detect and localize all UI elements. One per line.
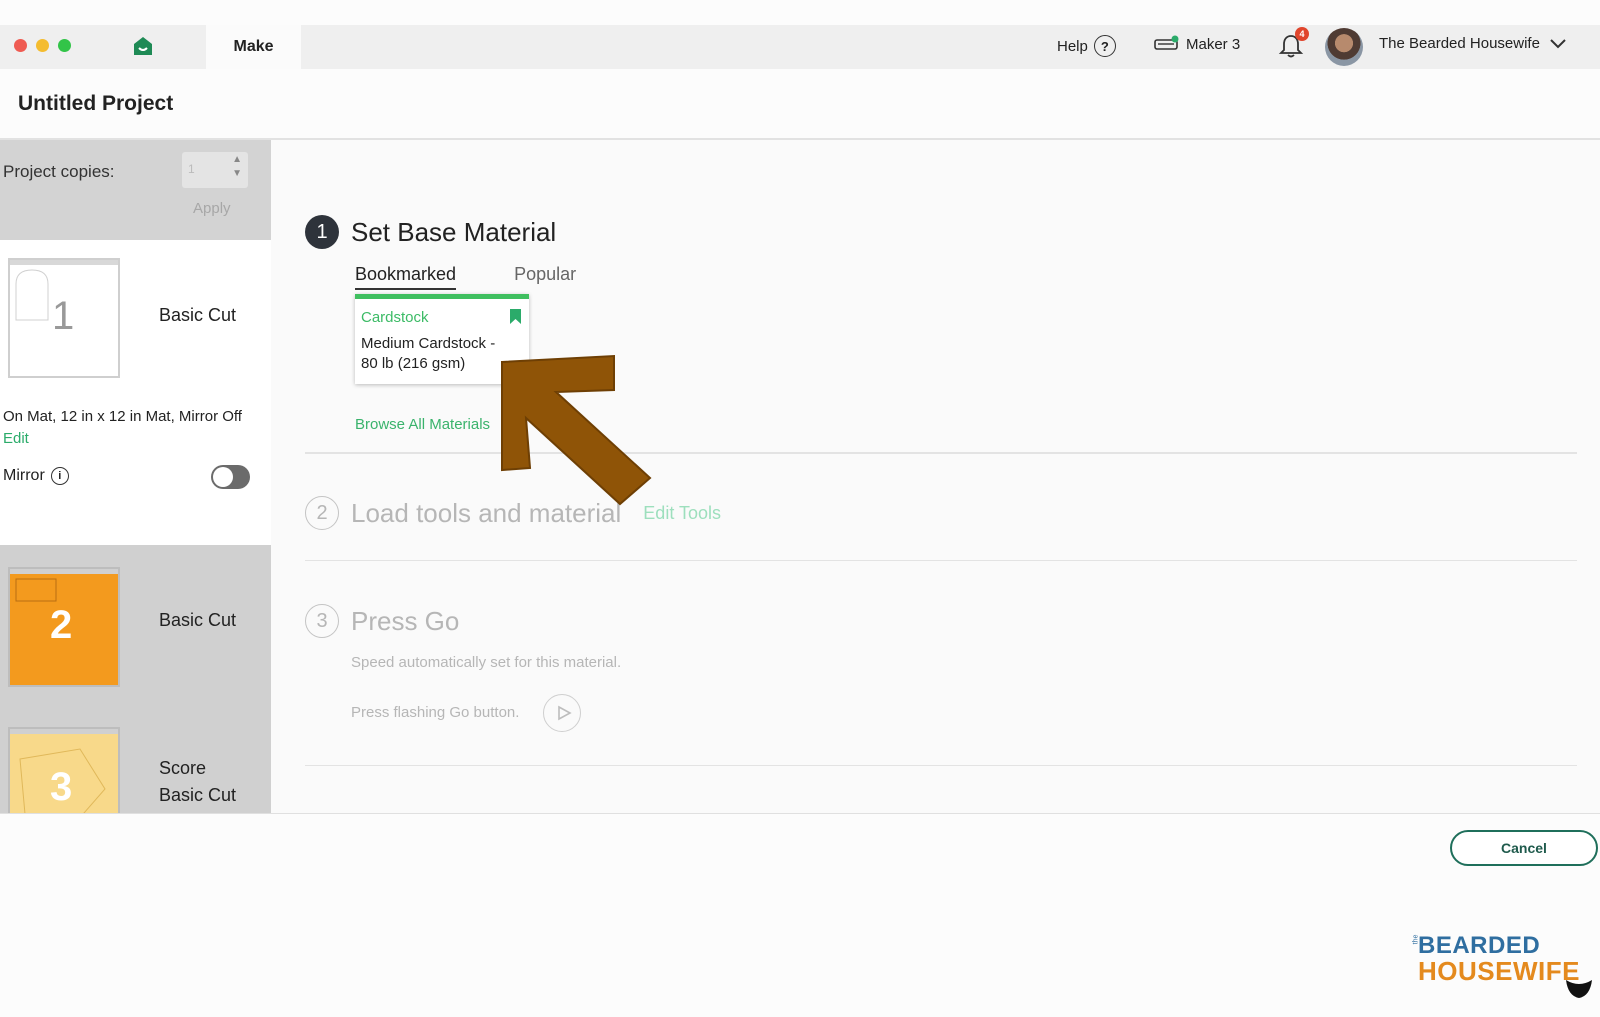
mat-number-2: 2 bbox=[50, 603, 73, 647]
mat-thumbnail-1[interactable]: 1 bbox=[8, 258, 120, 378]
mat-label-1: Basic Cut bbox=[159, 305, 237, 325]
make-steps-panel: 1 Set Base Material Bookmarked Popular C… bbox=[271, 140, 1600, 813]
tab-make[interactable]: Make bbox=[206, 25, 301, 69]
step-1-number: 1 bbox=[305, 215, 339, 249]
mirror-toggle[interactable] bbox=[211, 465, 250, 489]
edit-mat-link[interactable]: Edit bbox=[3, 430, 29, 447]
material-category: Cardstock bbox=[361, 309, 429, 326]
stepper-down-icon[interactable]: ▼ bbox=[232, 168, 242, 179]
close-window-button[interactable] bbox=[14, 39, 27, 52]
step-2-number: 2 bbox=[305, 496, 339, 530]
mat-thumbnail-3[interactable]: 3 bbox=[8, 727, 120, 813]
mat-number-3: 3 bbox=[50, 765, 73, 809]
beard-icon bbox=[1566, 980, 1592, 998]
mat-number-1: 1 bbox=[52, 294, 75, 338]
mirror-row: Mirror i bbox=[3, 467, 69, 485]
mat-list-inactive: 2 Basic Cut 3 Score Basic Cut bbox=[0, 545, 271, 813]
browse-materials-link[interactable]: Browse All Materials bbox=[355, 416, 490, 433]
material-name-line2: 80 lb (216 gsm) bbox=[361, 355, 466, 372]
material-name: Medium Cardstock - 80 lb (216 gsm) bbox=[361, 334, 495, 374]
project-copies-panel: Project copies: 1 ▲ ▼ Apply bbox=[0, 140, 271, 240]
copies-label: Project copies: bbox=[3, 162, 115, 181]
logo-line-2: HOUSEWIFE bbox=[1418, 956, 1580, 986]
machine-icon bbox=[1154, 35, 1179, 50]
mat-label-3b: Basic Cut bbox=[159, 785, 237, 805]
step-1-header: 1 Set Base Material bbox=[305, 215, 556, 249]
material-name-line1: Medium Cardstock - bbox=[361, 335, 496, 352]
chevron-down-icon bbox=[1550, 38, 1566, 48]
mat-settings-text: On Mat, 12 in x 12 in Mat, Mirror Off bbox=[3, 408, 242, 425]
mirror-label: Mirror bbox=[3, 467, 45, 484]
footer-divider bbox=[0, 813, 1600, 814]
mat-label-3a: Score bbox=[159, 758, 207, 778]
user-menu[interactable]: The Bearded Housewife bbox=[1379, 35, 1566, 52]
mat-sidebar: Project copies: 1 ▲ ▼ Apply 1 Basic Cut … bbox=[0, 140, 271, 813]
step-divider-3 bbox=[305, 765, 1577, 766]
home-icon[interactable] bbox=[132, 35, 154, 57]
notification-badge: 4 bbox=[1295, 27, 1309, 41]
play-icon bbox=[558, 705, 572, 721]
cancel-button[interactable]: Cancel bbox=[1450, 830, 1598, 866]
page-title: Untitled Project bbox=[18, 92, 174, 115]
stepper-up-icon[interactable]: ▲ bbox=[232, 154, 242, 165]
mat-label-2: Basic Cut bbox=[159, 610, 237, 630]
info-icon[interactable]: i bbox=[50, 467, 69, 485]
step-1-title: Set Base Material bbox=[351, 216, 557, 247]
step-3-header: 3 Press Go bbox=[305, 604, 459, 638]
copies-value: 1 bbox=[188, 162, 195, 176]
tab-popular[interactable]: Popular bbox=[514, 264, 576, 290]
user-name: The Bearded Housewife bbox=[1379, 35, 1540, 52]
app-topbar: Make Help ? Maker 3 4 The Bearded Housew… bbox=[0, 25, 1600, 69]
help-button[interactable]: Help ? bbox=[1057, 35, 1116, 57]
maximize-window-button[interactable] bbox=[58, 39, 71, 52]
help-label: Help bbox=[1057, 37, 1088, 55]
minimize-window-button[interactable] bbox=[36, 39, 49, 52]
step-3-number: 3 bbox=[305, 604, 339, 638]
go-button bbox=[543, 694, 581, 732]
bearded-housewife-logo: the BEARDED HOUSEWIFE bbox=[1412, 932, 1598, 1002]
speed-text: Speed automatically set for this materia… bbox=[351, 654, 622, 671]
bookmark-icon[interactable] bbox=[510, 309, 521, 324]
pointer-arrow-annotation bbox=[501, 354, 652, 506]
material-tabs: Bookmarked Popular bbox=[355, 264, 576, 290]
press-go-text: Press flashing Go button. bbox=[351, 704, 520, 721]
step-divider-2 bbox=[305, 560, 1577, 561]
step-3-title: Press Go bbox=[351, 605, 460, 636]
mat-thumbnail-2[interactable]: 2 bbox=[8, 567, 120, 687]
tab-bookmarked[interactable]: Bookmarked bbox=[355, 264, 457, 290]
copies-stepper[interactable]: 1 ▲ ▼ bbox=[182, 152, 248, 188]
help-icon: ? bbox=[1093, 35, 1116, 57]
avatar[interactable] bbox=[1325, 28, 1363, 66]
toggle-knob bbox=[213, 467, 233, 487]
apply-button[interactable]: Apply bbox=[193, 200, 231, 217]
machine-label: Maker 3 bbox=[1186, 35, 1241, 53]
machine-selector[interactable]: Maker 3 bbox=[1154, 35, 1240, 53]
